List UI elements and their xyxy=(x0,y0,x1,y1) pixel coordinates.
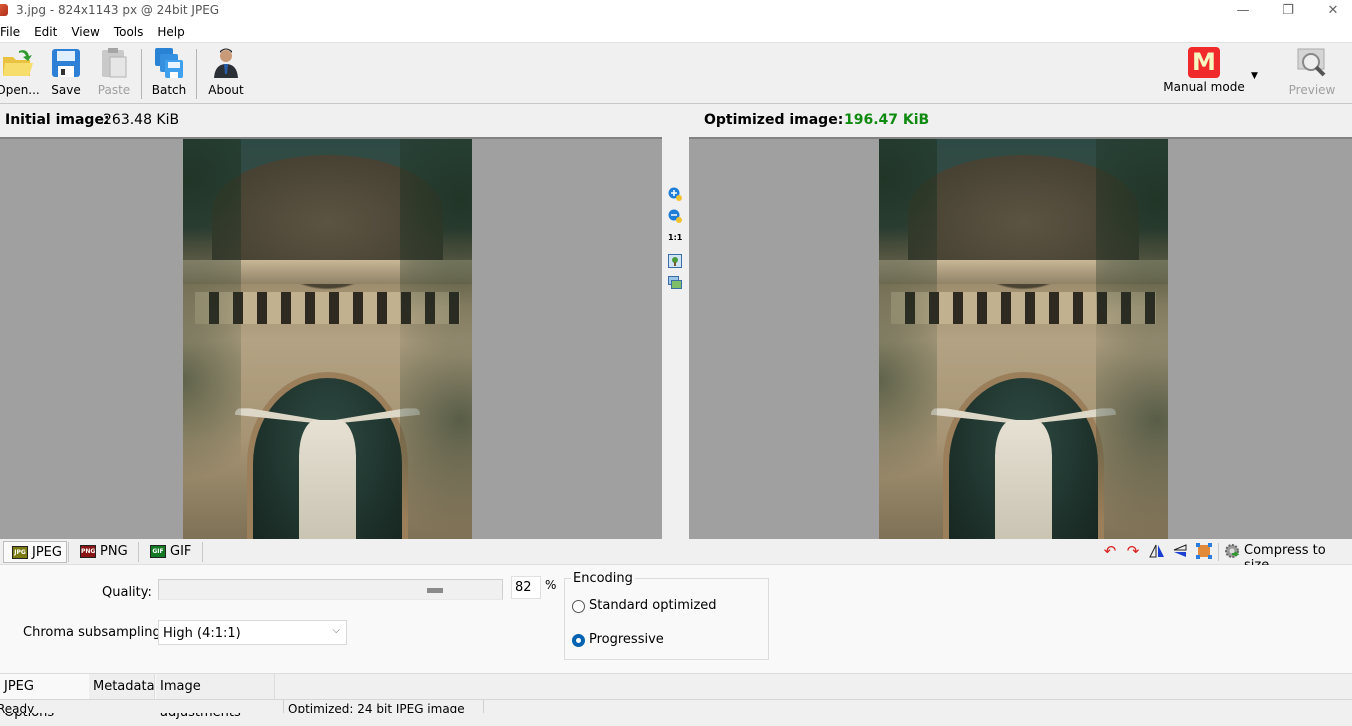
menu-edit[interactable]: Edit xyxy=(27,22,64,39)
tab-separator xyxy=(68,542,69,562)
floppy-disk-icon xyxy=(49,47,83,79)
window-title: 3.jpg - 824x1143 px @ 24bit JPEG xyxy=(16,3,220,17)
quality-label: Quality: xyxy=(102,585,152,600)
toolbar-separator xyxy=(196,49,197,99)
chroma-subsampling-select[interactable]: High (4:1:1) ⌵ xyxy=(158,620,347,645)
initial-image-pane[interactable] xyxy=(0,137,662,539)
menu-file[interactable]: File xyxy=(0,22,27,39)
manual-mode-icon: M xyxy=(1188,47,1220,78)
jpeg-options-panel: Quality: 82 % Chroma subsampling: High (… xyxy=(0,565,1352,673)
quality-slider[interactable] xyxy=(158,579,503,600)
optimized-image-pane[interactable] xyxy=(689,137,1352,539)
rotate-right-icon[interactable]: ↷ xyxy=(1125,543,1141,559)
mode-dropdown-arrow-icon[interactable]: ▼ xyxy=(1251,71,1258,81)
initial-image-preview[interactable] xyxy=(183,139,472,539)
status-left: Ready xyxy=(0,702,35,713)
toolbar-separator xyxy=(141,49,142,99)
radio-unchecked-icon xyxy=(572,600,585,613)
preview-button[interactable]: Preview xyxy=(1284,47,1340,97)
app-icon xyxy=(0,4,8,16)
close-button[interactable]: ✕ xyxy=(1310,0,1352,22)
tab-separator xyxy=(202,542,203,562)
initial-size-value: 263.48 KiB xyxy=(103,112,180,128)
size-info-bar: Initial image: 263.48 KiB Optimized imag… xyxy=(0,104,1352,137)
optimized-size-label: Optimized image: xyxy=(704,112,844,128)
tab-jpeg[interactable]: JPG JPEG xyxy=(3,541,67,563)
menu-tools[interactable]: Tools xyxy=(107,22,151,39)
gif-file-icon: GIF xyxy=(150,545,166,558)
tab-gif[interactable]: GIF GIF xyxy=(142,541,202,563)
crop-icon[interactable] xyxy=(1196,543,1212,559)
zoom-in-icon[interactable] xyxy=(668,187,682,201)
tab-image-adjustments[interactable]: Image adjustments xyxy=(155,674,275,720)
open-button[interactable]: Open... xyxy=(0,47,40,97)
radio-checked-icon xyxy=(572,634,585,647)
gear-icon xyxy=(1224,543,1240,559)
tab-png[interactable]: PNG PNG xyxy=(72,541,136,563)
status-right: Optimized: 24 bit JPEG image xyxy=(288,702,465,713)
chroma-subsampling-label: Chroma subsampling: xyxy=(23,625,166,640)
magnifier-icon xyxy=(1295,47,1329,79)
encoding-legend: Encoding xyxy=(571,571,635,586)
quality-input[interactable]: 82 xyxy=(511,576,541,599)
png-file-icon: PNG xyxy=(80,545,96,558)
radio-progressive[interactable]: Progressive xyxy=(572,632,664,647)
tab-separator xyxy=(138,542,139,562)
compare-images-icon[interactable] xyxy=(668,276,682,290)
status-separator xyxy=(483,700,484,713)
flip-horizontal-icon[interactable] xyxy=(1149,543,1165,559)
jpg-file-icon: JPG xyxy=(12,546,28,559)
tab-metadata[interactable]: Metadata xyxy=(88,674,155,699)
toolbar: Open... Save Paste Batch About M Manual … xyxy=(0,42,1352,104)
chevron-down-icon: ⌵ xyxy=(332,625,340,636)
about-button[interactable]: About xyxy=(204,47,248,97)
paste-button[interactable]: Paste xyxy=(94,47,134,97)
toolbar-separator xyxy=(1218,543,1219,561)
quality-slider-thumb[interactable] xyxy=(427,588,443,593)
open-folder-icon xyxy=(1,47,35,79)
zoom-toolbar: 1:1 xyxy=(662,137,689,539)
manual-mode-button[interactable]: M Manual mode xyxy=(1158,47,1250,94)
status-bar: Ready Optimized: 24 bit JPEG image xyxy=(0,699,1352,713)
rotate-left-icon[interactable]: ↶ xyxy=(1102,543,1118,559)
tab-jpeg-options[interactable]: JPEG Options xyxy=(0,674,88,720)
actual-size-button[interactable]: 1:1 xyxy=(668,233,682,247)
menu-bar: File Edit View Tools Help xyxy=(0,22,1352,42)
minimize-button[interactable]: — xyxy=(1220,0,1266,22)
optimized-size-value: 196.47 KiB xyxy=(844,112,930,128)
user-avatar-icon xyxy=(209,47,243,79)
zoom-out-icon[interactable] xyxy=(668,209,682,223)
option-tabs: JPEG Options Metadata Image adjustments xyxy=(0,673,1352,720)
flip-vertical-icon[interactable] xyxy=(1172,543,1188,559)
menu-view[interactable]: View xyxy=(64,22,106,39)
quality-unit: % xyxy=(545,578,557,592)
clipboard-icon xyxy=(97,47,131,79)
batch-disks-icon xyxy=(152,47,186,79)
menu-help[interactable]: Help xyxy=(150,22,191,39)
batch-button[interactable]: Batch xyxy=(149,47,189,97)
encoding-group: Encoding Standard optimized Progressive xyxy=(564,571,769,660)
optimized-image-preview[interactable] xyxy=(879,139,1168,539)
status-separator xyxy=(283,700,284,713)
radio-standard-optimized[interactable]: Standard optimized xyxy=(572,598,717,613)
fit-to-window-icon[interactable] xyxy=(668,254,682,268)
title-bar: 3.jpg - 824x1143 px @ 24bit JPEG — ❐ ✕ xyxy=(0,0,1352,22)
maximize-button[interactable]: ❐ xyxy=(1265,0,1311,22)
initial-size-label: Initial image: xyxy=(5,112,110,128)
save-button[interactable]: Save xyxy=(48,47,84,97)
